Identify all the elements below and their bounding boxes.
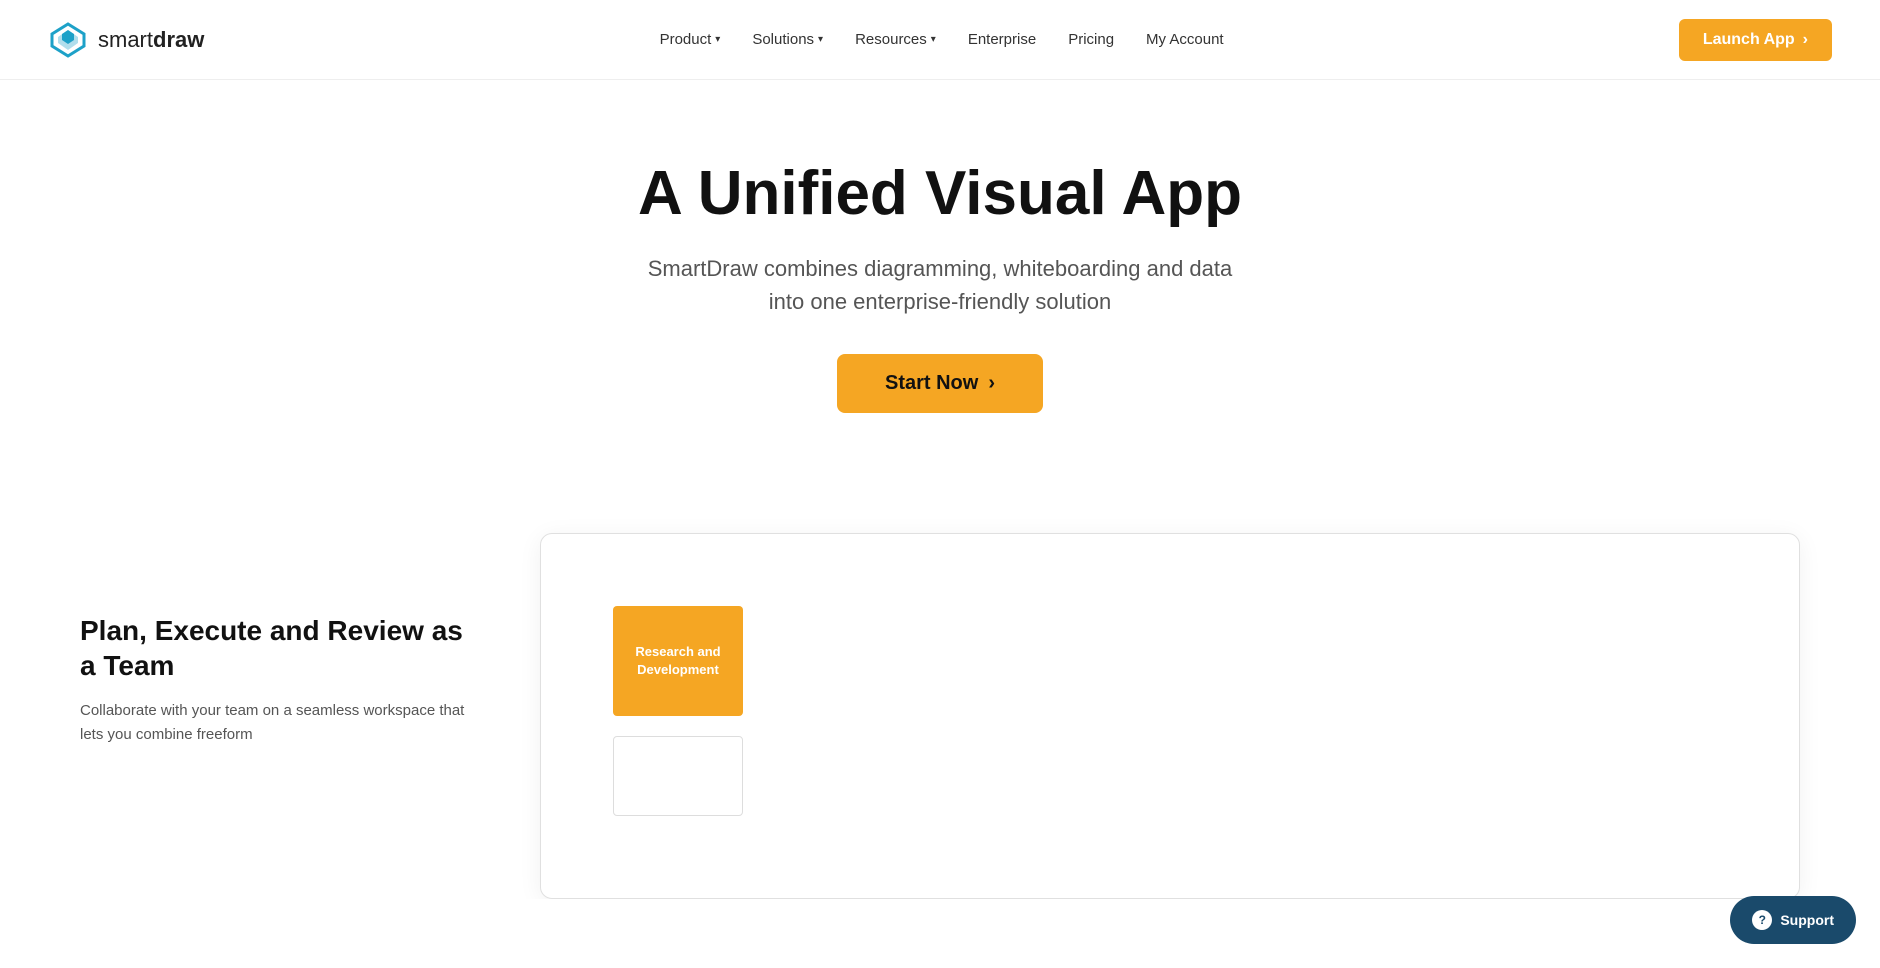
logo-text: smartdraw [98,27,204,53]
lower-heading: Plan, Execute and Review as a Team [80,613,480,683]
product-chevron-icon: ▾ [715,34,720,45]
start-now-button[interactable]: Start Now › [837,354,1043,413]
hero-subtitle: SmartDraw combines diagramming, whiteboa… [630,252,1250,318]
lower-section: Plan, Execute and Review as a Team Colla… [0,473,1880,899]
nav-my-account[interactable]: My Account [1134,23,1236,56]
hero-section: A Unified Visual App SmartDraw combines … [0,80,1880,473]
main-nav: smartdraw Product ▾ Solutions ▾ Resource… [0,0,1880,80]
diagram-card: Research and Development [540,533,1800,899]
nav-solutions[interactable]: Solutions ▾ [740,23,835,56]
smartdraw-logo-icon [48,20,88,60]
resources-chevron-icon: ▾ [931,34,936,45]
support-button[interactable]: ? Support [1730,896,1856,944]
lower-body: Collaborate with your team on a seamless… [80,699,480,747]
nav-resources[interactable]: Resources ▾ [843,23,948,56]
diagram-white-card [613,736,743,816]
nav-pricing[interactable]: Pricing [1056,23,1126,56]
hero-title: A Unified Visual App [20,160,1860,228]
lower-left-content: Plan, Execute and Review as a Team Colla… [80,533,480,747]
logo-link[interactable]: smartdraw [48,20,204,60]
start-now-arrow-icon: › [988,372,995,395]
support-question-icon: ? [1752,910,1772,930]
launch-app-button[interactable]: Launch App › [1679,19,1832,61]
nav-product[interactable]: Product ▾ [648,23,733,56]
nav-links: Product ▾ Solutions ▾ Resources ▾ Enterp… [648,23,1236,56]
launch-arrow-icon: › [1803,31,1808,49]
nav-enterprise[interactable]: Enterprise [956,23,1048,56]
diagram-orange-card: Research and Development [613,606,743,716]
diagram-inner: Research and Development [573,566,1767,866]
solutions-chevron-icon: ▾ [818,34,823,45]
